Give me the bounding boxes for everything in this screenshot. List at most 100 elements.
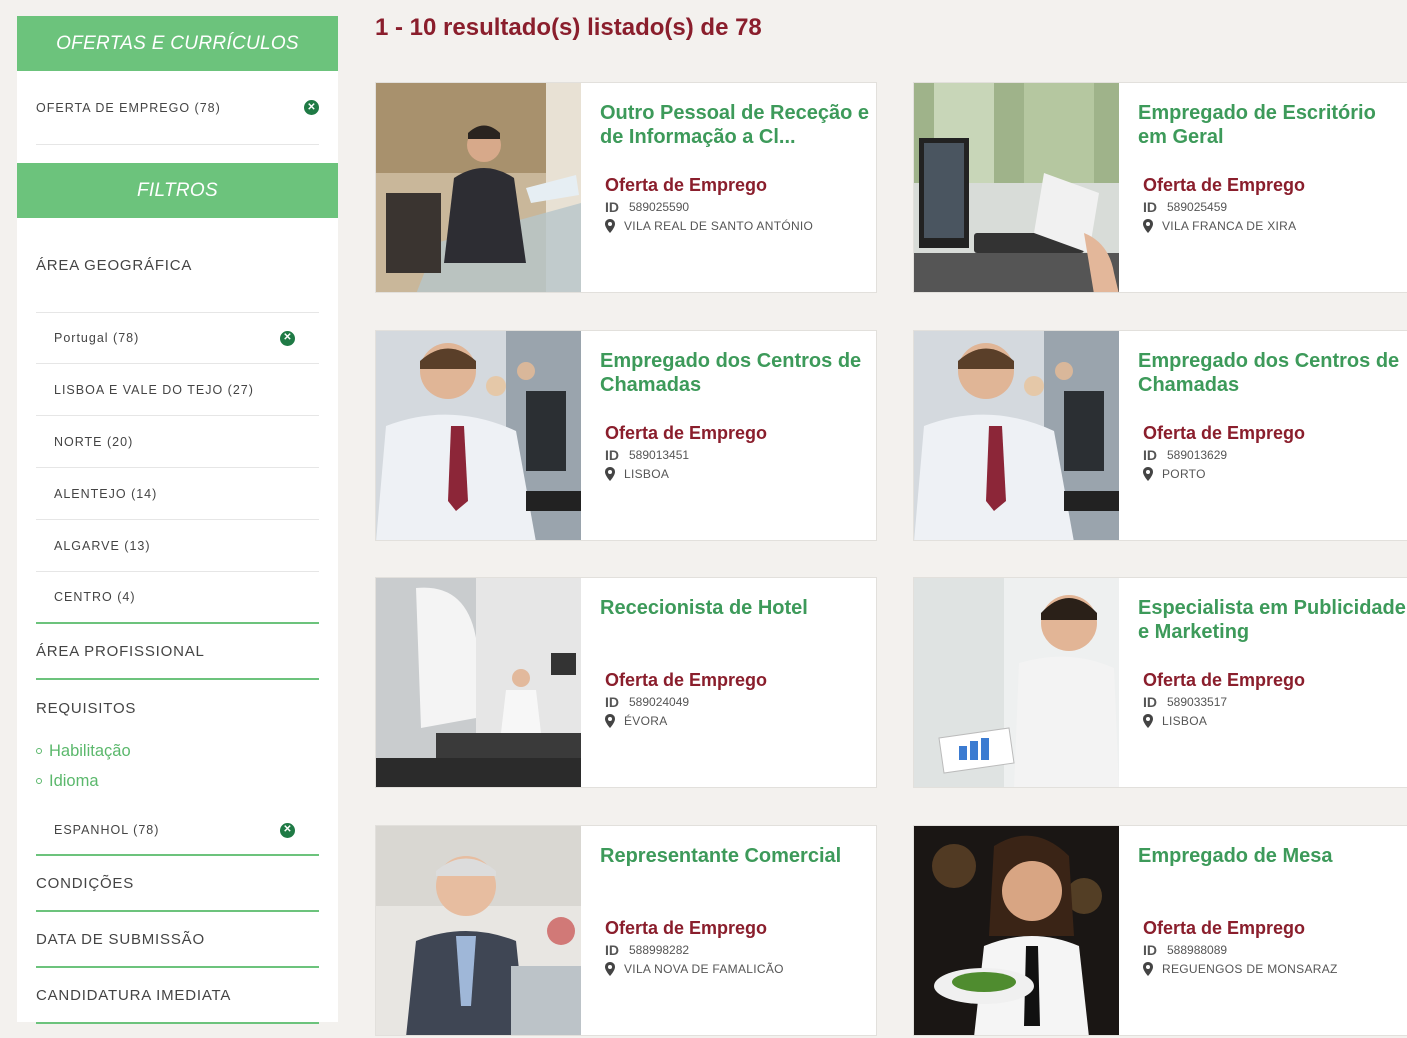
immediate-application-section[interactable]: CANDIDATURA IMEDIATA [36,968,319,1024]
job-location: VILA FRANCA DE XIRA [1143,219,1296,233]
job-card[interactable]: Especialista em Publicidade e Marketing … [913,577,1407,788]
job-location: ÉVORA [605,714,668,728]
geo-item-portugal[interactable]: Portugal (78) ✕ [36,312,319,364]
remove-filter-icon[interactable]: ✕ [280,330,295,346]
conditions-section[interactable]: CONDIÇÕES [36,856,319,912]
id-label: ID [605,447,619,463]
job-location-value: VILA FRANCA DE XIRA [1162,219,1297,233]
filter-sidebar: OFERTAS E CURRÍCULOS OFERTA DE EMPREGO (… [17,16,338,1024]
id-label: ID [605,199,619,215]
location-pin-icon [1143,467,1153,481]
geo-item-label: ALENTEJO (14) [54,486,158,501]
job-title-link[interactable]: Representante Comercial [600,844,870,868]
language-filter-espanhol[interactable]: ESPANHOL (78) ✕ [36,806,319,856]
job-type: Oferta de Emprego [605,918,768,938]
filters-header: FILTROS [17,163,338,218]
job-card[interactable]: Empregado dos Centros de Chamadas Oferta… [913,330,1407,541]
job-title-link[interactable]: Outro Pessoal de Receção e de Informação… [600,101,870,149]
job-card[interactable]: Empregado de Escritório em Geral Oferta … [913,82,1407,293]
job-type: Oferta de Emprego [605,175,768,195]
job-id-value: 589033517 [1167,695,1228,709]
offer-filter-label: OFERTA DE EMPREGO (78) [36,100,221,115]
location-pin-icon [1143,219,1153,233]
results-count-heading: 1 - 10 resultado(s) listado(s) de 78 [375,14,762,41]
job-type: Oferta de Emprego [1143,918,1306,938]
job-id: ID 589024049 [605,694,689,710]
prof-area-section[interactable]: ÁREA PROFISSIONAL [36,624,319,680]
id-label: ID [605,694,619,710]
job-card[interactable]: Outro Pessoal de Receção e de Informação… [375,82,877,293]
geo-item-label: Portugal (78) [54,331,140,345]
job-id: ID 589013451 [605,447,689,463]
job-id-value: 589013629 [1167,448,1228,462]
job-card[interactable]: Empregado de Mesa Oferta de Emprego ID 5… [913,825,1407,1036]
offer-filter-row[interactable]: OFERTA DE EMPREGO (78) ✕ [36,71,319,145]
job-title-link[interactable]: Empregado dos Centros de Chamadas [1138,349,1407,397]
offers-header: OFERTAS E CURRÍCULOS [17,16,338,71]
job-location: PORTO [1143,467,1206,481]
geo-item-algarve[interactable]: ALGARVE (13) [36,520,319,572]
location-pin-icon [605,714,615,728]
job-title-link[interactable]: Rececionista de Hotel [600,596,870,620]
language-filter-label: ESPANHOL (78) [54,823,160,837]
job-location: LISBOA [1143,714,1207,728]
location-pin-icon [1143,714,1153,728]
remove-filter-icon[interactable]: ✕ [304,100,319,115]
job-photo [914,331,1119,540]
job-id-value: 589025459 [1167,200,1228,214]
job-location-value: REGUENGOS DE MONSARAZ [1162,962,1338,976]
job-photo [376,826,581,1035]
location-pin-icon [1143,962,1153,976]
geo-item-norte[interactable]: NORTE (20) [36,416,319,468]
req-link-idioma[interactable]: Idioma [36,766,319,796]
job-id-value: 589025590 [629,200,690,214]
job-card[interactable]: Rececionista de Hotel Oferta de Emprego … [375,577,877,788]
req-link-habilitacao[interactable]: Habilitação [36,736,319,766]
conditions-title: CONDIÇÕES [36,874,135,892]
geo-item-label: LISBOA E VALE DO TEJO (27) [54,382,254,397]
geo-item-alentejo[interactable]: ALENTEJO (14) [36,468,319,520]
job-location-value: LISBOA [1162,714,1208,728]
submission-date-title: DATA DE SUBMISSÃO [36,930,205,948]
job-id-value: 589024049 [629,695,690,709]
id-label: ID [1143,694,1157,710]
geo-item-label: CENTRO (4) [54,590,136,604]
job-title-link[interactable]: Empregado de Mesa [1138,844,1407,868]
location-pin-icon [605,219,615,233]
requirements-section: REQUISITOS Habilitação Idioma ESPANHOL (… [36,680,319,856]
geo-item-lisboa[interactable]: LISBOA E VALE DO TEJO (27) [36,364,319,416]
geo-item-label: NORTE (20) [54,434,134,449]
req-link-label: Idioma [49,771,99,790]
job-card[interactable]: Representante Comercial Oferta de Empreg… [375,825,877,1036]
job-photo [376,83,581,292]
job-title-link[interactable]: Empregado de Escritório em Geral [1138,101,1407,149]
job-location-value: VILA REAL DE SANTO ANTÓNIO [624,219,814,233]
bullet-icon [36,778,42,784]
geo-item-centro[interactable]: CENTRO (4) [36,572,319,624]
job-location: VILA NOVA DE FAMALICÃO [605,962,784,976]
geo-item-label: ALGARVE (13) [54,538,151,553]
submission-date-section[interactable]: DATA DE SUBMISSÃO [36,912,319,968]
job-id: ID 588988089 [1143,942,1227,958]
job-id: ID 589033517 [1143,694,1227,710]
geo-area-section[interactable]: ÁREA GEOGRÁFICA [36,218,319,312]
job-id: ID 589013629 [1143,447,1227,463]
bullet-icon [36,748,42,754]
job-id-value: 589013451 [629,448,690,462]
job-id: ID 588998282 [605,942,689,958]
job-photo [376,578,581,787]
job-id-value: 588988089 [1167,943,1228,957]
job-card[interactable]: Empregado dos Centros de Chamadas Oferta… [375,330,877,541]
job-photo [914,83,1119,292]
remove-filter-icon[interactable]: ✕ [280,822,295,838]
job-location: LISBOA [605,467,669,481]
job-title-link[interactable]: Empregado dos Centros de Chamadas [600,349,870,397]
job-photo [376,331,581,540]
job-id: ID 589025459 [1143,199,1227,215]
id-label: ID [605,942,619,958]
job-title-link[interactable]: Especialista em Publicidade e Marketing [1138,596,1407,644]
requirements-title[interactable]: REQUISITOS [36,700,136,717]
job-location-value: ÉVORA [624,714,668,728]
prof-area-title: ÁREA PROFISSIONAL [36,642,205,660]
job-location-value: LISBOA [624,467,670,481]
